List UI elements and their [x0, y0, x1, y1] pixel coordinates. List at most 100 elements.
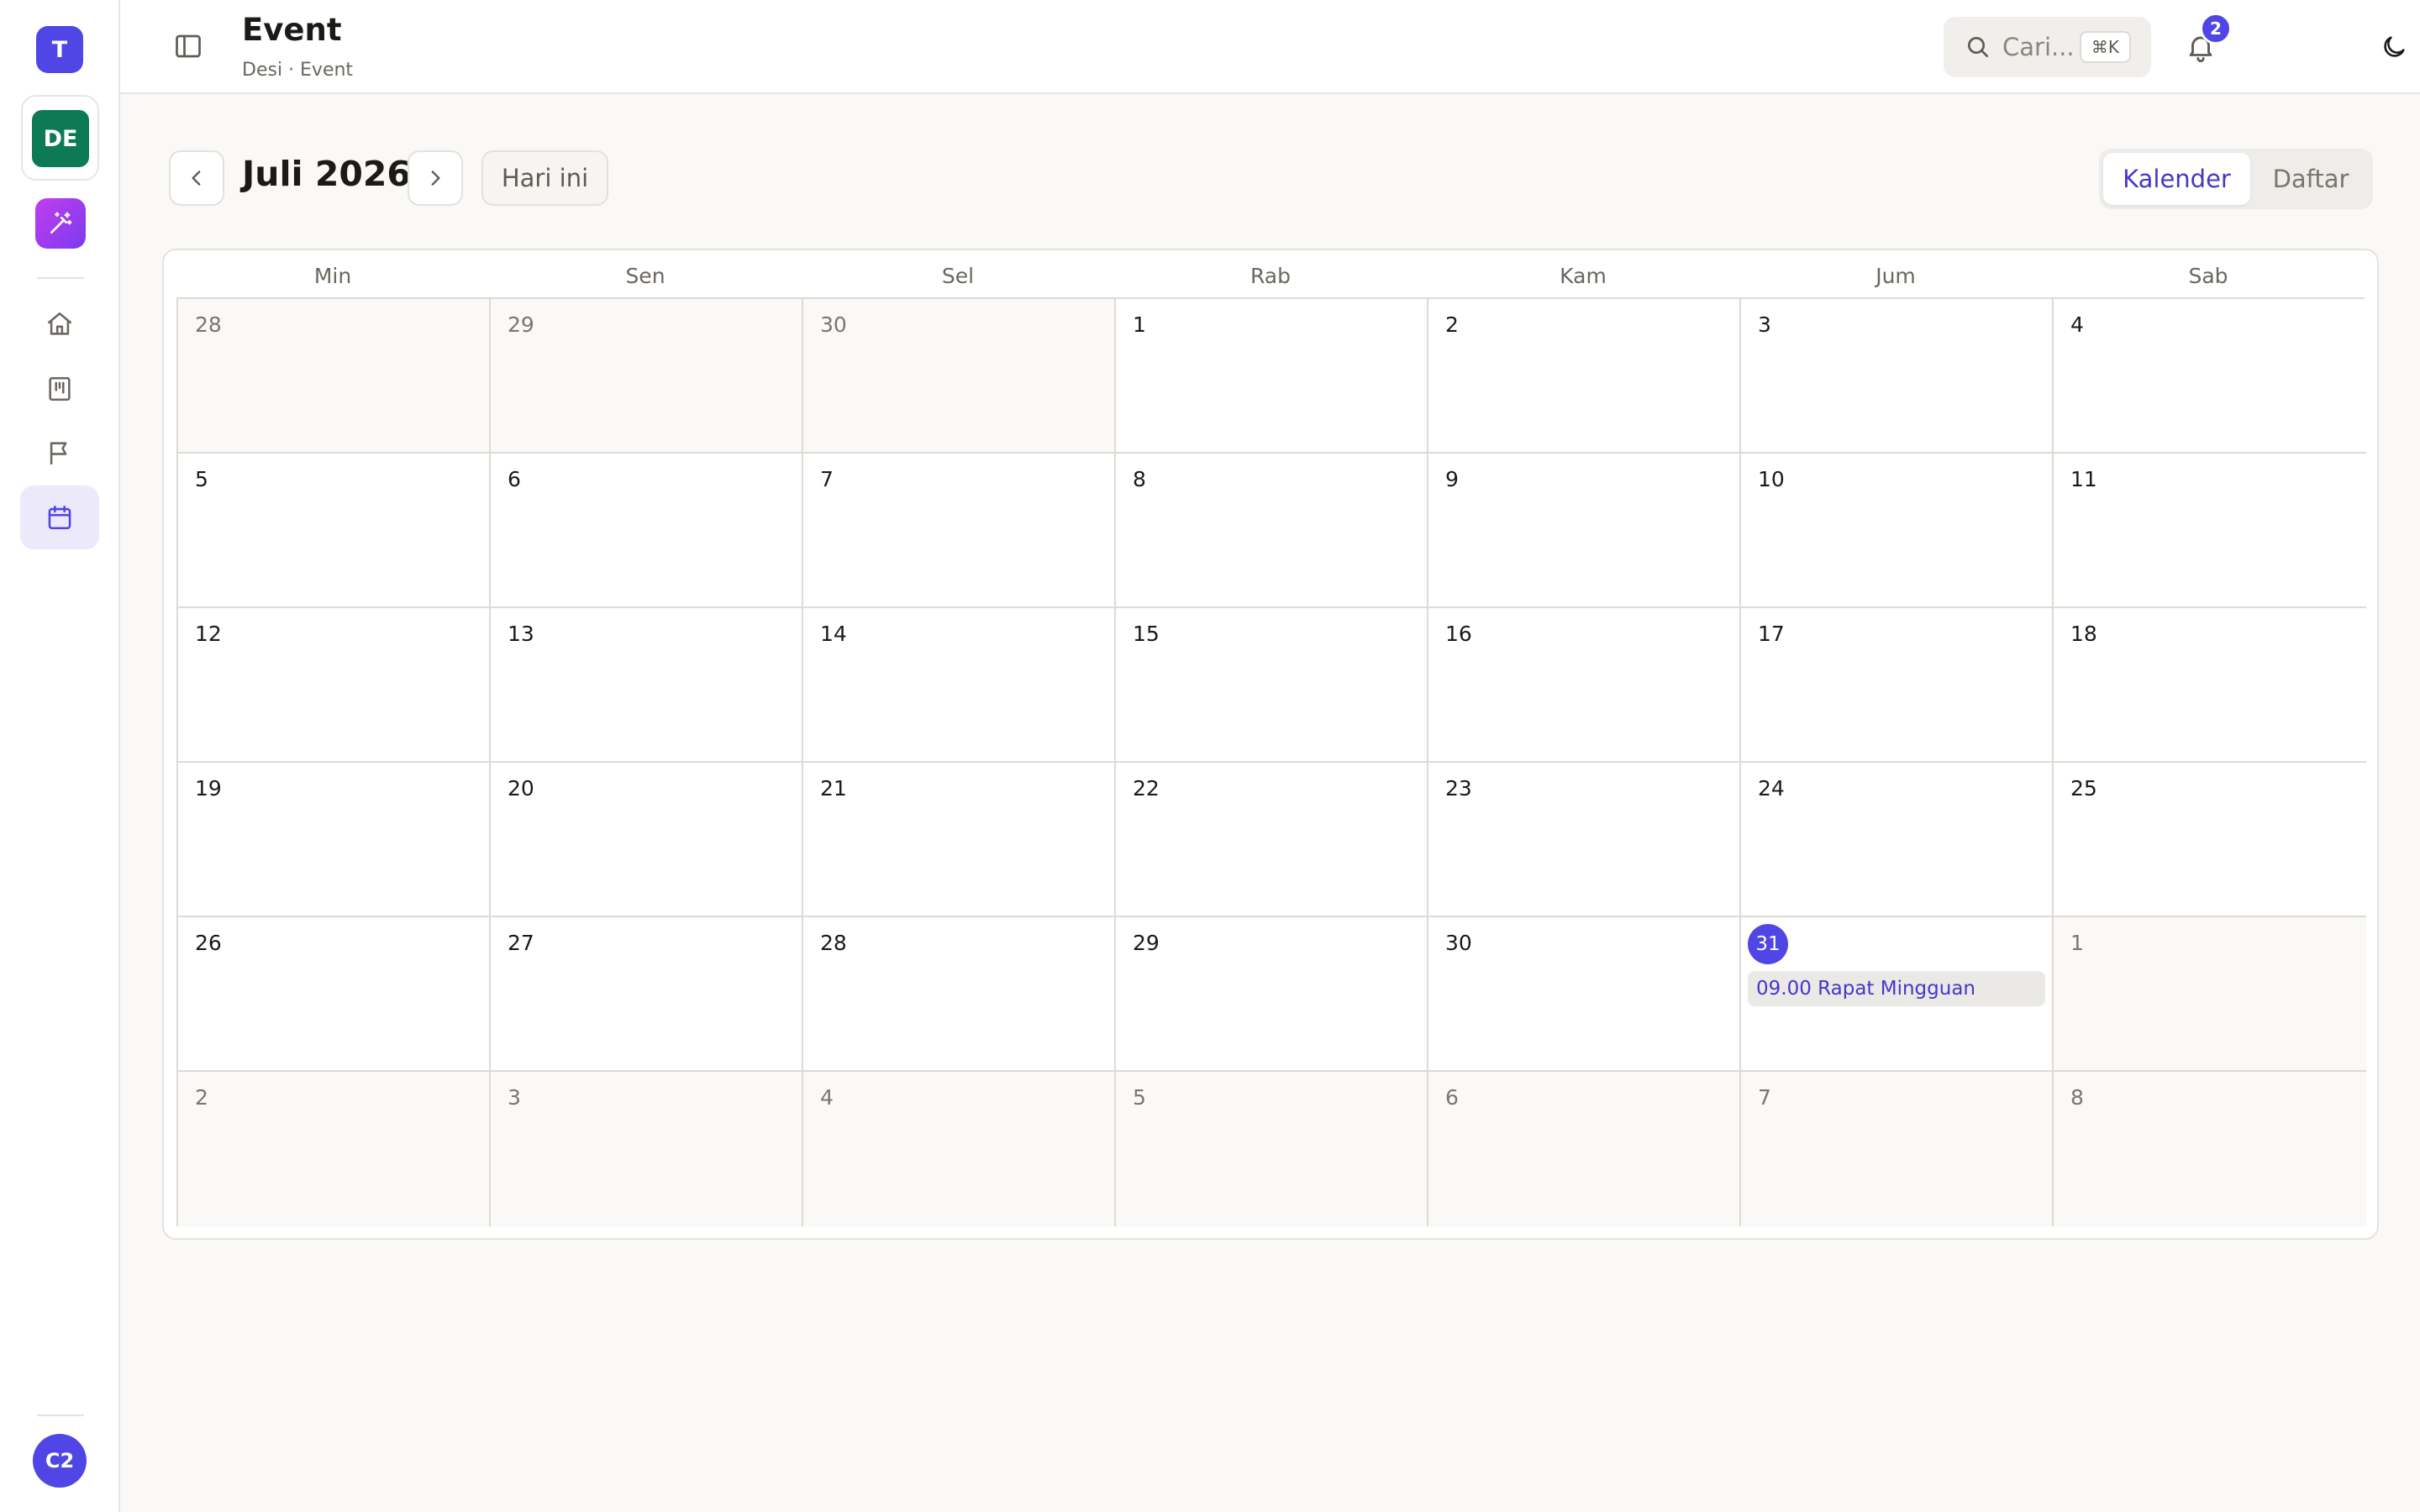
date-number: 29 — [1133, 931, 1160, 955]
rail-item-flag[interactable] — [20, 421, 99, 485]
calendar-day-cell[interactable]: 11 — [2054, 454, 2366, 608]
calendar-day-cell[interactable]: 5 — [1116, 1072, 1428, 1226]
date-number: 17 — [1758, 622, 1785, 646]
home-icon — [47, 312, 72, 335]
calendar-day-cell[interactable]: 6 — [1428, 1072, 1741, 1226]
calendar-day-cell[interactable]: 20 — [491, 763, 803, 917]
calendar-day-cell[interactable]: 29 — [1116, 917, 1428, 1072]
calendar-day-cell[interactable]: 29 — [491, 299, 803, 454]
calendar-day-cell[interactable]: 10 — [1741, 454, 2054, 608]
calendar-day-cell[interactable]: 2 — [178, 1072, 491, 1226]
breadcrumb: Desi · Event — [242, 60, 354, 81]
weekday-label: Rab — [1249, 264, 1291, 288]
magic-wand-icon — [50, 212, 72, 234]
calendar-day-cell[interactable]: 1 — [1116, 299, 1428, 454]
theme-toggle-button[interactable] — [2377, 30, 2411, 64]
calendar-day-cell[interactable]: 4 — [2054, 299, 2366, 454]
calendar-day-cell[interactable]: 26 — [178, 917, 491, 1072]
date-number: 30 — [820, 312, 847, 337]
calendar-day-cell[interactable]: 28 — [178, 299, 491, 454]
calendar-day-cell[interactable]: 8 — [1116, 454, 1428, 608]
weekday-label: Kam — [1560, 264, 1607, 288]
date-number: 2 — [1445, 312, 1459, 337]
date-number: 1 — [2070, 931, 2084, 955]
search-box[interactable]: Cari... ⌘K — [1944, 17, 2151, 77]
calendar-day-cell[interactable]: 28 — [803, 917, 1116, 1072]
calendar-day-cell[interactable]: 4 — [803, 1072, 1116, 1226]
date-number: 19 — [195, 776, 222, 801]
calendar-day-cell[interactable]: 7 — [1741, 1072, 2054, 1226]
sidebar-toggle-icon — [176, 34, 201, 58]
calendar-day-cell[interactable]: 31 09.00 Rapat Mingguan — [1741, 917, 2054, 1072]
flag-icon — [50, 442, 67, 465]
calendar-day-cell[interactable]: 15 — [1116, 608, 1428, 763]
calendar-day-cell[interactable]: 19 — [178, 763, 491, 917]
calendar-day-cell[interactable]: 3 — [491, 1072, 803, 1226]
calendar-day-cell[interactable]: 12 — [178, 608, 491, 763]
calendar-day-cell[interactable]: 14 — [803, 608, 1116, 763]
calendar-day-cell[interactable]: 23 — [1428, 763, 1741, 917]
calendar-day-cell[interactable]: 22 — [1116, 763, 1428, 917]
search-shortcut: ⌘K — [2079, 31, 2131, 63]
calendar-day-cell[interactable]: 30 — [803, 299, 1116, 454]
date-number: 12 — [195, 622, 222, 646]
calendar-day-cell[interactable]: 2 — [1428, 299, 1741, 454]
date-number: 6 — [508, 467, 521, 491]
date-number: 28 — [195, 312, 222, 337]
date-number: 4 — [820, 1085, 834, 1110]
calendar-day-cell[interactable]: 27 — [491, 917, 803, 1072]
date-number: 22 — [1133, 776, 1160, 801]
calendar-day-cell[interactable]: 18 — [2054, 608, 2366, 763]
date-number: 21 — [820, 776, 847, 801]
calendar-day-cell[interactable]: 24 — [1741, 763, 2054, 917]
date-number: 13 — [508, 622, 534, 646]
date-number: 9 — [1445, 467, 1459, 491]
date-number: 5 — [1133, 1085, 1146, 1110]
rail-item-board[interactable] — [20, 357, 99, 421]
notification-count-badge: 2 — [2200, 13, 2232, 45]
calendar-day-cell[interactable]: 3 — [1741, 299, 2054, 454]
date-number: 6 — [1445, 1085, 1459, 1110]
calendar-day-cell[interactable]: 7 — [803, 454, 1116, 608]
magic-wand-button[interactable] — [35, 198, 86, 249]
view-tab-daftar[interactable]: Daftar — [2254, 153, 2368, 205]
date-number: 7 — [820, 467, 834, 491]
workspace-badge[interactable]: T — [36, 26, 83, 73]
date-number: 7 — [1758, 1085, 1771, 1110]
event-chip[interactable]: 09.00 Rapat Mingguan — [1748, 971, 2045, 1006]
today-date-number: 31 — [1748, 924, 1788, 964]
date-number: 2 — [195, 1085, 208, 1110]
view-tab-kalender[interactable]: Kalender — [2103, 153, 2250, 205]
next-month-button[interactable] — [408, 150, 463, 206]
calendar-day-cell[interactable]: 21 — [803, 763, 1116, 917]
date-number: 10 — [1758, 467, 1785, 491]
prev-month-button[interactable] — [169, 150, 224, 206]
weekday-label: Min — [313, 264, 352, 288]
date-number: 26 — [195, 931, 222, 955]
calendar-day-cell[interactable]: 16 — [1428, 608, 1741, 763]
month-label: Juli 2026 — [242, 154, 411, 194]
date-number: 27 — [508, 931, 534, 955]
org-badge[interactable]: DE — [32, 110, 89, 167]
rail-item-calendar[interactable] — [20, 486, 99, 549]
calendar-day-cell[interactable]: 17 — [1741, 608, 2054, 763]
calendar-day-cell[interactable]: 8 — [2054, 1072, 2366, 1226]
date-number: 30 — [1445, 931, 1472, 955]
calendar-day-cell[interactable]: 9 — [1428, 454, 1741, 608]
date-number: 8 — [1133, 467, 1146, 491]
calendar-day-cell[interactable]: 30 — [1428, 917, 1741, 1072]
calendar-grid: 28 29 30 1 2 3 4 5 6 7 8 9 10 11 12 13 14 15 16 17 18 19 20 21 2… — [176, 297, 2366, 1226]
date-number: 29 — [508, 312, 534, 337]
today-button[interactable]: Hari ini — [481, 150, 608, 206]
date-number: 4 — [2070, 312, 2084, 337]
calendar-day-cell[interactable]: 5 — [178, 454, 491, 608]
calendar-day-cell[interactable]: 6 — [491, 454, 803, 608]
user-avatar[interactable]: C2 — [33, 1434, 87, 1488]
calendar-day-cell[interactable]: 13 — [491, 608, 803, 763]
org-switcher[interactable]: DE — [21, 95, 99, 181]
calendar-day-cell[interactable]: 1 — [2054, 917, 2366, 1072]
date-number: 25 — [2070, 776, 2097, 801]
sidebar-toggle-button[interactable] — [171, 29, 206, 64]
calendar-day-cell[interactable]: 25 — [2054, 763, 2366, 917]
rail-item-home[interactable] — [20, 292, 99, 356]
